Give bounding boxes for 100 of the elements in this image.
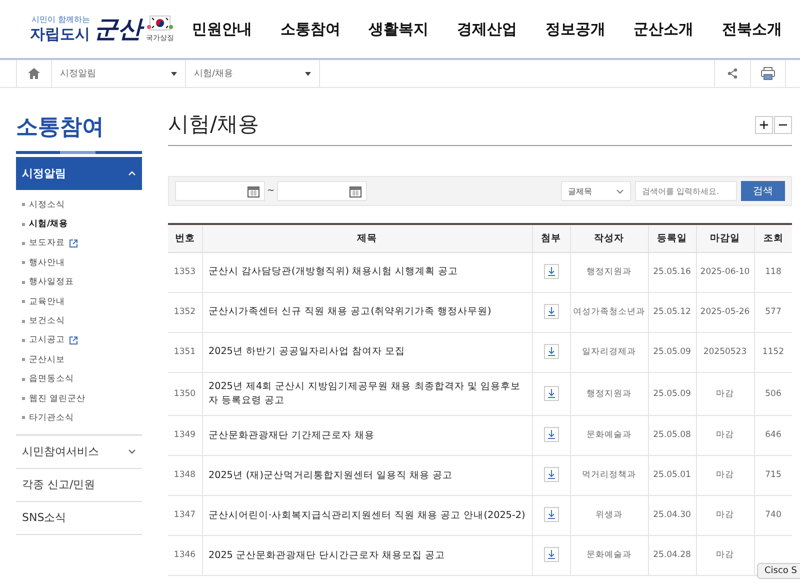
submenu-item[interactable]: 고시공고: [16, 330, 142, 350]
post-title-link[interactable]: 군산시 감사담당관(개방형직위) 채용시험 시행계획 공고: [208, 264, 526, 280]
table-cell: 646: [754, 416, 792, 456]
column-header: 마감일: [696, 224, 754, 252]
submenu-item[interactable]: 읍면동소식: [16, 370, 142, 389]
nav-menu-item[interactable]: 정보공개: [545, 20, 606, 38]
sidebar-menu-item[interactable]: 시정알림: [16, 157, 142, 190]
logo-city-name: 군산: [94, 13, 142, 45]
download-button[interactable]: [544, 507, 558, 522]
printer-icon: [761, 67, 775, 80]
table-cell: 여성가족청소년과: [570, 292, 648, 332]
table-cell: 행정지원과: [570, 252, 648, 292]
post-title-link[interactable]: 2025년 하반기 공공일자리사업 참여자 모집: [208, 344, 526, 360]
submenu-item[interactable]: 웹진 열린군산: [16, 388, 142, 408]
sidebar-title: 소통참여: [16, 114, 105, 142]
download-button[interactable]: [544, 386, 558, 401]
table-cell: 1350: [168, 372, 202, 416]
post-title-link[interactable]: 군산문화관광재단 기간제근로자 채용: [208, 428, 526, 443]
submenu-item[interactable]: 타기관소식: [16, 408, 142, 428]
print-button[interactable]: [750, 60, 786, 87]
table-cell: 마감: [696, 536, 754, 576]
table-cell: 25.05.01: [648, 456, 696, 496]
table-cell: 문화예술과: [570, 416, 648, 456]
calendar-icon[interactable]: [247, 184, 260, 198]
download-button[interactable]: [544, 304, 558, 319]
tooltip: Cisco S: [757, 563, 800, 579]
logo-tagline: 시민이 함께하는: [31, 14, 90, 25]
column-header: 작성자: [570, 224, 648, 252]
post-title-link[interactable]: 2025년 (재)군산먹거리통합지원센터 일용직 채용 공고: [208, 468, 526, 483]
search-field[interactable]: 검색어를 입력하세요.: [635, 181, 737, 201]
home-button[interactable]: [16, 60, 52, 87]
submenu-item[interactable]: 시험/채용: [16, 214, 142, 234]
nav-menu-item[interactable]: 생활복지: [368, 20, 429, 38]
column-header: 번호: [168, 224, 202, 252]
date-field[interactable]: [175, 181, 265, 201]
date-field[interactable]: [276, 181, 367, 201]
post-title-link[interactable]: 2025 군산문화관광재단 단시간근로자 채용모집 공고: [208, 548, 526, 563]
table-cell: 25.05.09: [648, 332, 696, 372]
submenu-item[interactable]: 시정소식: [16, 195, 142, 214]
download-icon: [546, 510, 556, 520]
download-icon: [546, 306, 556, 316]
download-icon: [546, 430, 556, 440]
nav-menu-item[interactable]: 군산소개: [634, 20, 694, 38]
submenu-item[interactable]: 보건소식: [16, 311, 142, 331]
column-header: 등록일: [648, 224, 696, 252]
table-cell: 1349: [168, 416, 202, 456]
post-title-link[interactable]: 2025년 제4회 군산시 지방임기제공무원 채용 최종합격자 및 임용후보자 등록요령 공고: [208, 380, 526, 408]
submenu-item[interactable]: 군산시보: [16, 350, 142, 370]
table-cell: 1353: [168, 252, 202, 292]
download-button[interactable]: [544, 547, 558, 562]
download-button[interactable]: [544, 344, 558, 359]
table-cell: 마감: [696, 372, 754, 416]
post-title-link[interactable]: 군산시어린이·사회복지급식관리지원센터 직원 채용 공고 안내(2025-2): [208, 508, 526, 523]
nav-menu-item[interactable]: 민원안내: [192, 20, 252, 38]
table-cell: 1346: [168, 536, 202, 576]
table-cell: 20250523: [696, 332, 754, 372]
download-button[interactable]: [544, 467, 558, 482]
calendar-icon[interactable]: [348, 184, 362, 198]
table-cell: 먹거리정책과: [570, 456, 648, 496]
table-cell: 행정지원과: [570, 372, 648, 416]
download-icon: [546, 388, 556, 398]
table-cell: 1152: [754, 332, 792, 372]
table-cell: 1347: [168, 496, 202, 536]
table-cell: 25.05.16: [648, 252, 696, 292]
search-field-select[interactable]: 글제목: [561, 181, 631, 201]
submenu-item[interactable]: 행사안내: [16, 253, 142, 273]
table-cell: 25.05.08: [648, 416, 696, 456]
zoom-button[interactable]: +: [755, 116, 773, 134]
table-cell: 118: [754, 252, 792, 292]
column-header: 제목: [202, 224, 532, 252]
submenu-item[interactable]: 교육안내: [16, 292, 142, 312]
zoom-button[interactable]: −: [774, 116, 792, 134]
table-cell: 506: [754, 372, 792, 416]
chevron-down-icon: [128, 449, 136, 454]
table-cell: 위생과: [570, 496, 648, 536]
share-icon: [727, 68, 738, 79]
submenu-item[interactable]: 행사일정표: [16, 272, 142, 292]
table-cell: 740: [754, 496, 792, 536]
submenu-item[interactable]: 보도자료: [16, 234, 142, 254]
download-icon: [546, 550, 556, 560]
logo-slogan: 자립도시: [30, 25, 90, 44]
post-title-link[interactable]: 군산시가족센터 신규 직원 채용 공고(취약위기가족 행정사무원): [208, 304, 526, 320]
range-separator: ~: [267, 186, 275, 196]
column-header: 첨부: [532, 224, 570, 252]
download-button[interactable]: [544, 427, 558, 442]
table-cell: 25.04.30: [648, 496, 696, 536]
download-button[interactable]: [544, 264, 558, 279]
table-cell: 1348: [168, 456, 202, 496]
table-cell: 1351: [168, 332, 202, 372]
table-cell: 25.05.09: [648, 372, 696, 416]
download-icon: [546, 470, 556, 480]
table-cell: 577: [754, 292, 792, 332]
table-cell: 2025-06-10: [696, 252, 754, 292]
search-button[interactable]: 검색: [741, 181, 785, 201]
nav-menu-item[interactable]: 경제산업: [456, 20, 517, 38]
nav-menu-item[interactable]: 전북소개: [722, 20, 782, 38]
page-title: 시험/채용: [168, 111, 260, 138]
download-icon: [546, 346, 556, 356]
table-cell: 2025-05-26: [696, 292, 754, 332]
nav-menu-item[interactable]: 소통참여: [280, 20, 340, 38]
